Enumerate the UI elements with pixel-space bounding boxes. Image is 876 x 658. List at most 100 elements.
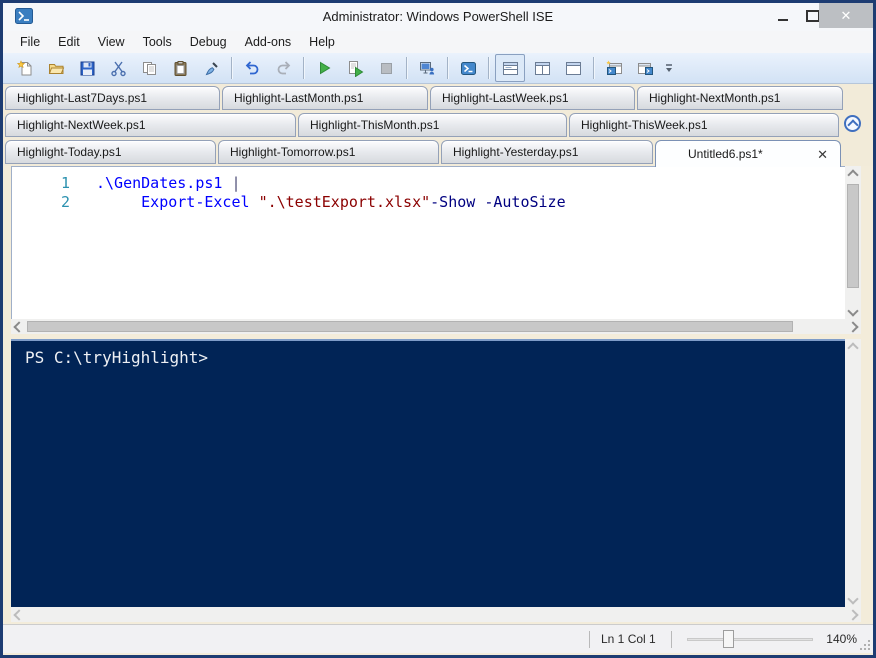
tab-highlight-yesterday[interactable]: Highlight-Yesterday.ps1 xyxy=(441,140,653,164)
toolbar-separator xyxy=(231,57,233,79)
command-window-icon xyxy=(637,62,653,75)
console-vertical-scrollbar xyxy=(845,339,861,607)
stop-icon xyxy=(380,62,392,74)
scroll-right-arrow[interactable] xyxy=(847,319,861,334)
menu-bar: File Edit View Tools Debug Add-ons Help xyxy=(3,31,873,53)
editor-vertical-scrollbar xyxy=(845,166,861,319)
paste-button[interactable] xyxy=(166,55,194,81)
new-script-button[interactable] xyxy=(11,55,39,81)
scroll-up-arrow[interactable] xyxy=(845,166,861,181)
save-script-button[interactable] xyxy=(73,55,101,81)
tab-untitled6-active[interactable]: Untitled6.ps1* ✕ xyxy=(655,140,841,167)
close-button[interactable]: ✕ xyxy=(819,3,873,28)
menu-tools[interactable]: Tools xyxy=(134,31,181,53)
menu-addons[interactable]: Add-ons xyxy=(236,31,301,53)
run-selection-button[interactable] xyxy=(341,55,369,81)
show-command-window-button[interactable] xyxy=(631,55,659,81)
console-prompt: PS C:\tryHighlight> xyxy=(25,348,209,367)
remote-computer-icon xyxy=(419,61,434,74)
scroll-up-arrow[interactable] xyxy=(845,339,861,354)
show-script-pane-maximized-button[interactable] xyxy=(559,55,587,81)
tab-highlight-nextweek[interactable]: Highlight-NextWeek.ps1 xyxy=(5,113,296,137)
start-powershell-button[interactable] xyxy=(454,55,482,81)
menu-edit[interactable]: Edit xyxy=(49,31,89,53)
tab-highlight-thisweek[interactable]: Highlight-ThisWeek.ps1 xyxy=(569,113,839,137)
menu-file[interactable]: File xyxy=(11,31,49,53)
show-script-pane-top-button[interactable] xyxy=(495,54,525,82)
show-script-pane-right-button[interactable] xyxy=(528,55,556,81)
run-selection-icon xyxy=(348,60,363,77)
open-script-button[interactable] xyxy=(42,55,70,81)
menu-debug[interactable]: Debug xyxy=(181,31,236,53)
tab-highlight-nextmonth[interactable]: Highlight-NextMonth.ps1 xyxy=(637,86,843,110)
toolbar xyxy=(3,53,873,84)
scroll-down-arrow[interactable] xyxy=(845,304,861,319)
statusbar-separator xyxy=(589,631,590,648)
menu-view[interactable]: View xyxy=(89,31,134,53)
console-pane[interactable]: PS C:\tryHighlight> xyxy=(11,339,845,607)
run-script-button[interactable] xyxy=(310,55,338,81)
editor-vscroll-thumb[interactable] xyxy=(847,184,859,288)
clear-console-pane-button[interactable] xyxy=(197,55,225,81)
editor-hscroll-thumb[interactable] xyxy=(27,321,793,332)
toolbar-separator xyxy=(593,57,595,79)
stop-operation-button[interactable] xyxy=(372,55,400,81)
code-string: ".\testExport.xlsx" xyxy=(258,193,431,211)
minimize-button[interactable] xyxy=(769,3,797,28)
new-remote-powershell-tab-button[interactable] xyxy=(413,55,441,81)
tab-close-icon[interactable]: ✕ xyxy=(817,143,828,166)
zoom-slider-track[interactable] xyxy=(687,638,813,641)
scroll-left-arrow[interactable] xyxy=(11,607,25,622)
save-icon xyxy=(80,61,94,75)
maximize-icon xyxy=(806,9,820,22)
toolbar-separator xyxy=(303,57,305,79)
zoom-slider-thumb[interactable] xyxy=(723,630,734,648)
scroll-left-arrow[interactable] xyxy=(11,319,25,334)
tab-scroll-up-button[interactable] xyxy=(844,115,861,132)
scroll-down-arrow[interactable] xyxy=(845,592,861,607)
open-folder-icon xyxy=(48,63,64,74)
zoom-percentage: 140% xyxy=(826,632,857,646)
toolbar-separator xyxy=(488,57,490,79)
new-script-icon xyxy=(16,59,31,75)
toolbar-overflow-button[interactable] xyxy=(664,62,674,74)
powershell-ise-window: Administrator: Windows PowerShell ISE ✕ … xyxy=(0,0,876,658)
menu-help[interactable]: Help xyxy=(300,31,344,53)
new-powershell-tab-button[interactable] xyxy=(600,55,628,81)
resize-grip[interactable] xyxy=(858,638,870,650)
tab-highlight-lastmonth[interactable]: Highlight-LastMonth.ps1 xyxy=(222,86,428,110)
code-parameter: -Show -AutoSize xyxy=(430,193,566,211)
active-tab-label: Untitled6.ps1* xyxy=(688,146,763,161)
line-col-indicator: Ln 1 Col 1 xyxy=(601,632,656,646)
copy-button[interactable] xyxy=(135,55,163,81)
tab-highlight-today[interactable]: Highlight-Today.ps1 xyxy=(5,140,216,164)
undo-icon xyxy=(245,60,258,74)
squeegee-icon xyxy=(205,61,218,75)
cut-button[interactable] xyxy=(104,55,132,81)
toolbar-separator xyxy=(447,57,449,79)
toolbar-separator xyxy=(406,57,408,79)
titlebar[interactable]: Administrator: Windows PowerShell ISE ✕ xyxy=(3,3,873,31)
copy-icon xyxy=(142,61,156,75)
tab-highlight-tomorrow[interactable]: Highlight-Tomorrow.ps1 xyxy=(218,140,439,164)
tab-highlight-last7days[interactable]: Highlight-Last7Days.ps1 xyxy=(5,86,220,110)
minimize-icon xyxy=(778,18,788,21)
redo-button[interactable] xyxy=(269,55,297,81)
scissors-icon xyxy=(110,61,126,76)
tab-highlight-thismonth[interactable]: Highlight-ThisMonth.ps1 xyxy=(298,113,567,137)
scroll-right-arrow[interactable] xyxy=(847,607,861,622)
clipboard-icon xyxy=(174,60,186,76)
console-horizontal-scrollbar xyxy=(11,607,861,622)
code-operator: | xyxy=(231,174,241,192)
statusbar-separator xyxy=(671,631,672,648)
line-number: 2 xyxy=(60,193,70,211)
run-icon xyxy=(319,61,330,74)
tab-highlight-lastweek[interactable]: Highlight-LastWeek.ps1 xyxy=(430,86,635,110)
code-line: 1 .\GenDates.ps1 | xyxy=(12,174,845,193)
close-icon: ✕ xyxy=(840,7,852,23)
code-command: .\GenDates.ps1 xyxy=(96,174,232,192)
script-editor-pane[interactable]: 1 .\GenDates.ps1 | 2 Export-Excel ".\test… xyxy=(11,166,845,319)
code-line: 2 Export-Excel ".\testExport.xlsx"-Show … xyxy=(12,193,845,212)
undo-button[interactable] xyxy=(238,55,266,81)
